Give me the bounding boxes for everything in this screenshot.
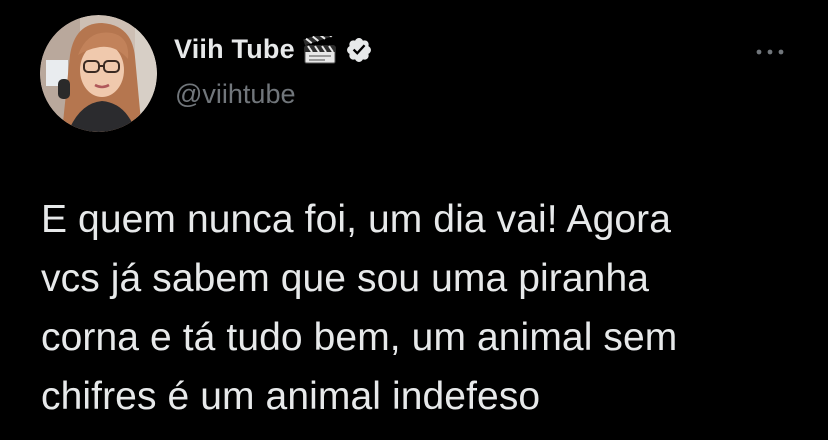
tweet-text: E quem nunca foi, um dia vai! Agora vcs … [41,190,801,426]
tweet-text-line: E quem nunca foi, um dia vai! Agora [41,198,672,241]
tweet: Viih Tube @viihtube E quem nunca foi, um… [0,0,828,440]
tweet-text-line: corna e tá tudo bem, um animal sem [41,316,678,359]
tweet-text-line: chifres é um animal indefeso [41,375,541,418]
avatar[interactable] [40,15,157,132]
clapper-board-icon [303,35,337,64]
verified-badge-icon[interactable] [345,36,373,64]
author-name-row[interactable]: Viih Tube [174,34,373,65]
author-handle[interactable]: @viihtube [175,79,295,110]
display-name[interactable]: Viih Tube [174,34,295,65]
more-options-icon [756,49,784,55]
more-options-button[interactable] [752,42,788,62]
avatar-image [40,15,157,132]
tweet-text-line: vcs já sabem que sou uma piranha [41,257,650,300]
